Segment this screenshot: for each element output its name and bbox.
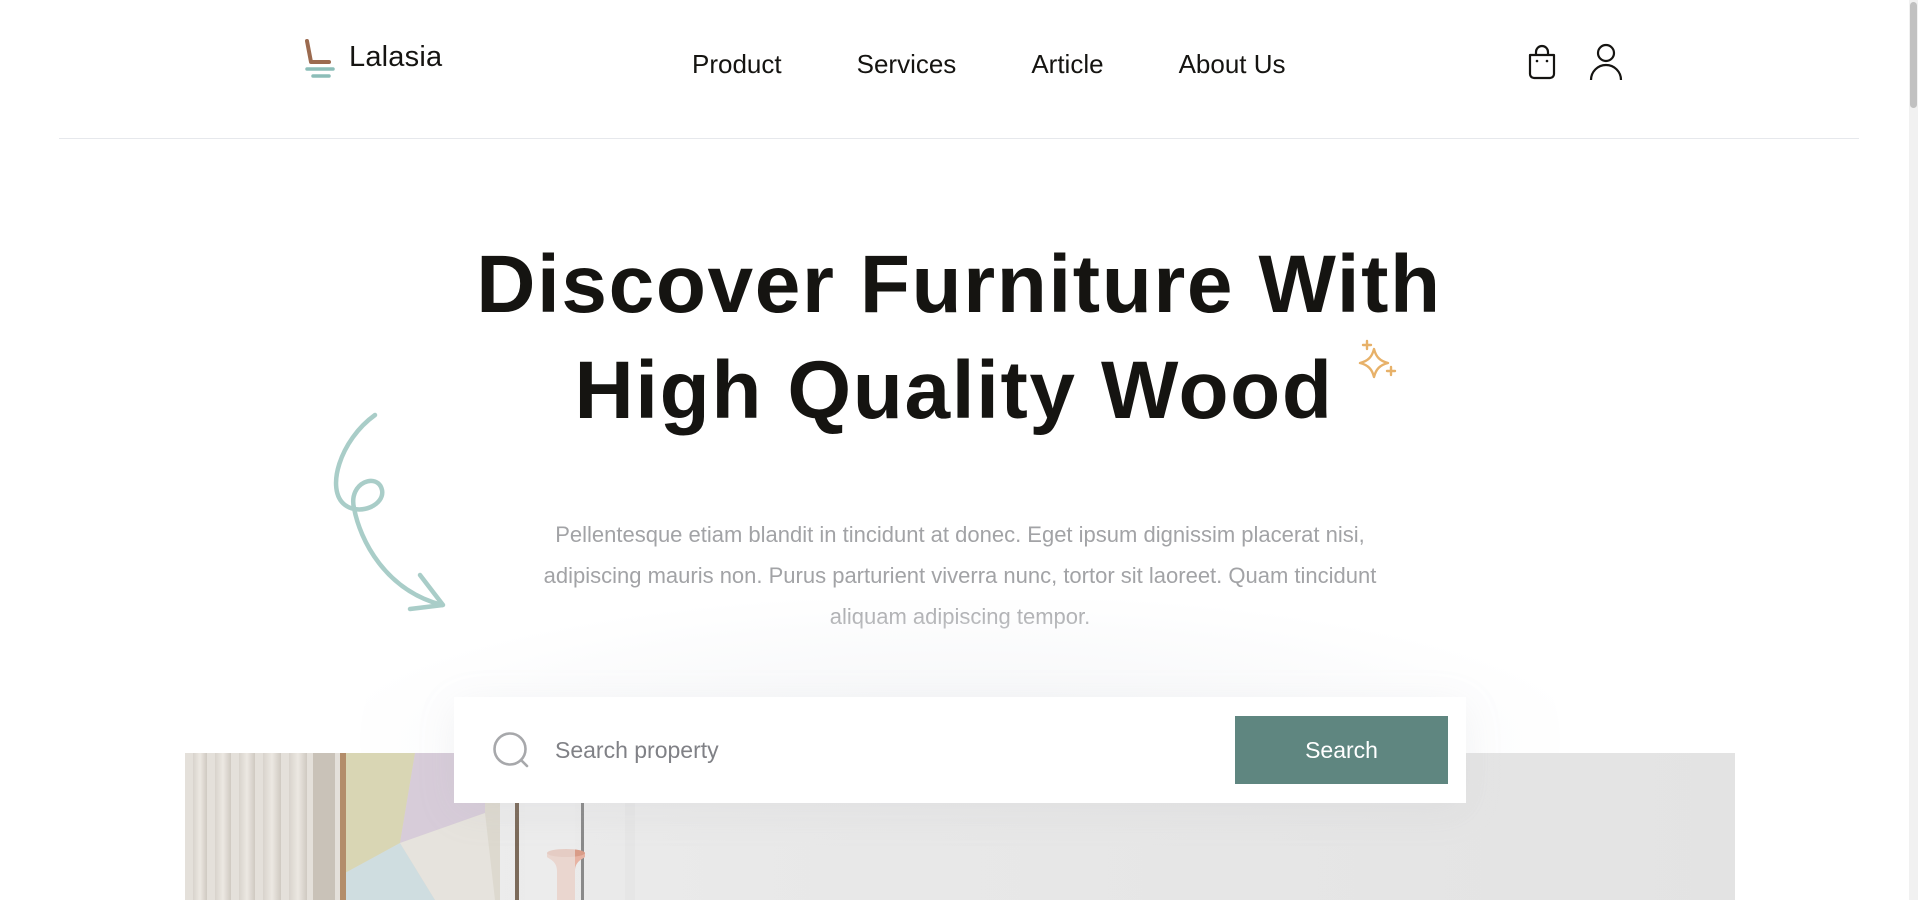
nav-item-product[interactable]: Product bbox=[692, 48, 782, 80]
search-bar: Search bbox=[454, 697, 1466, 803]
landing-page: Lalasia Product Services Article About U… bbox=[0, 0, 1918, 900]
brand-name: Lalasia bbox=[349, 40, 443, 73]
nav-item-services[interactable]: Services bbox=[857, 48, 957, 80]
curly-arrow-icon bbox=[333, 412, 446, 612]
chair-icon bbox=[305, 39, 335, 78]
main-nav: Product Services Article About Us bbox=[692, 48, 1286, 80]
user-icon[interactable] bbox=[1589, 43, 1623, 81]
shopping-bag-icon[interactable] bbox=[1526, 44, 1558, 80]
header-divider bbox=[59, 138, 1859, 139]
nav-item-about-us[interactable]: About Us bbox=[1179, 48, 1286, 80]
site-header: Lalasia Product Services Article About U… bbox=[0, 0, 1918, 139]
page-scrollbar[interactable] bbox=[1909, 0, 1918, 900]
hero-title-line-2: High Quality Wood bbox=[574, 345, 1334, 436]
sparkle-icon bbox=[1358, 339, 1397, 379]
hero-title: Discover Furniture With High Quality Woo… bbox=[0, 232, 1918, 444]
search-icon bbox=[493, 732, 529, 768]
nav-item-article[interactable]: Article bbox=[1031, 48, 1103, 80]
hero-title-line-1: Discover Furniture With bbox=[476, 239, 1442, 330]
search-input[interactable] bbox=[553, 727, 1153, 773]
search-button[interactable]: Search bbox=[1235, 716, 1448, 784]
scrollbar-thumb[interactable] bbox=[1910, 2, 1917, 108]
brand-logo[interactable]: Lalasia bbox=[303, 38, 442, 84]
